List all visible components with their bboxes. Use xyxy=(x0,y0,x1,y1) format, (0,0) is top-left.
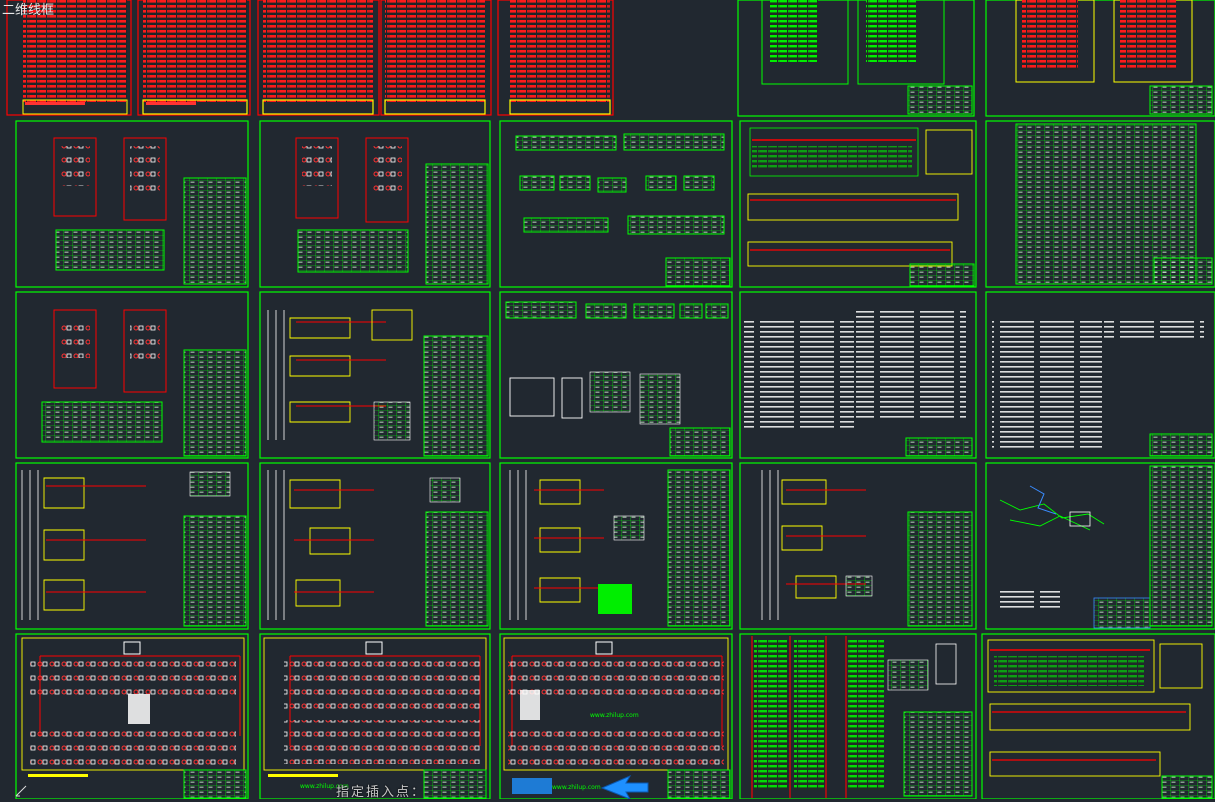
sheet-design-notes-2[interactable] xyxy=(985,291,1215,459)
sheet-wiring-list-6[interactable] xyxy=(737,0,975,117)
sheet-control-circuit-3[interactable] xyxy=(259,462,491,630)
sheet-wiring-list-7[interactable] xyxy=(985,0,1215,117)
sheet-single-line-diagram-2[interactable] xyxy=(981,633,1215,799)
watermark-site-url-2: www.zhilup.com xyxy=(590,712,639,719)
sheet-single-line-diagram-1[interactable] xyxy=(739,120,977,288)
sheet-riser-diagram[interactable] xyxy=(739,633,977,799)
sheet-control-circuit-1[interactable] xyxy=(259,291,491,459)
cursor-arrow-icon xyxy=(600,774,649,799)
sheet-panel-layout-3[interactable] xyxy=(15,291,249,459)
sheet-system-diagram-2[interactable]: www.zhilup.com xyxy=(259,633,491,799)
watermark-site-url-3: www.zhilup.com xyxy=(552,784,601,791)
drawing-canvas[interactable]: www.zhilup.com www.zhilup.com www.zhilup… xyxy=(0,0,1215,799)
ucs-axis-icon xyxy=(14,783,28,802)
sheet-wiring-list-5[interactable] xyxy=(497,0,614,116)
sheet-panel-layout-2[interactable] xyxy=(259,120,491,288)
sheet-component-layout[interactable] xyxy=(499,291,733,459)
sheet-control-circuit-5[interactable] xyxy=(739,462,977,630)
sheet-system-diagram-3[interactable]: www.zhilup.com www.zhilup.com xyxy=(499,633,733,799)
sheet-wiring-list-4[interactable] xyxy=(380,0,492,116)
sheet-schedule-table-1[interactable] xyxy=(985,120,1215,288)
sheet-row-4 xyxy=(15,462,1215,630)
sheet-row-3 xyxy=(15,291,1215,459)
sheet-row-1 xyxy=(6,0,1215,117)
sheet-control-circuit-2[interactable] xyxy=(15,462,249,630)
sheet-system-diagram-1[interactable] xyxy=(15,633,249,799)
sheet-control-circuit-4[interactable] xyxy=(499,462,733,630)
sheet-wiring-list-3[interactable] xyxy=(257,0,380,116)
sheet-row-5: www.zhilup.com www.zhilup.com www.zhilup… xyxy=(15,633,1215,799)
viewport-view-label[interactable]: 二维线框 xyxy=(2,4,54,18)
sheet-wiring-list-2[interactable] xyxy=(137,0,251,116)
sheet-design-notes-1[interactable] xyxy=(739,291,977,459)
sheet-row-2 xyxy=(15,120,1215,288)
sheet-terminal-diagram[interactable] xyxy=(499,120,733,288)
sheet-site-plan[interactable] xyxy=(985,462,1215,630)
command-line-prompt[interactable]: 指定插入点： xyxy=(336,781,426,800)
sheet-panel-layout-1[interactable] xyxy=(15,120,249,288)
